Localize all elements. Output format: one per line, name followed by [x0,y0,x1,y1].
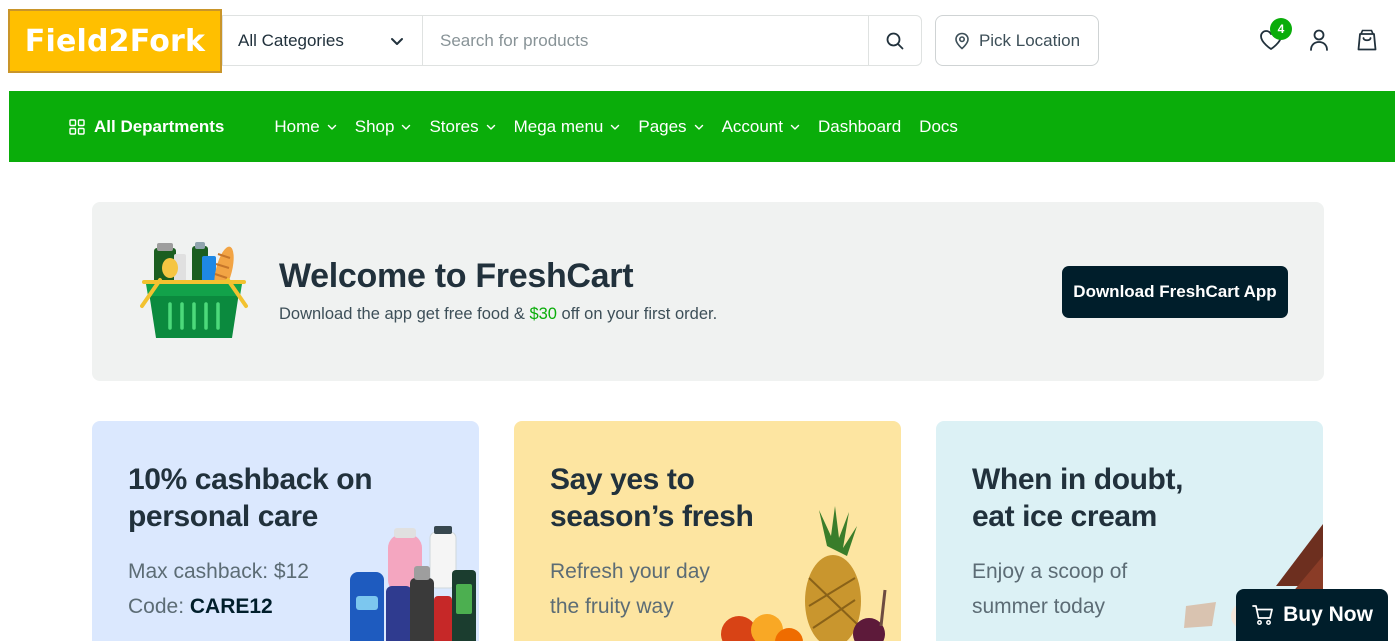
promo-card-line2: summer today [972,595,1106,618]
promo-card-title: 10% cashback on personal care [128,463,373,533]
nav-item-home[interactable]: Home [274,117,336,137]
location-pin-icon [955,32,969,50]
cart-button[interactable] [1352,25,1382,55]
personal-care-products-image [350,526,476,641]
nav-item-pages[interactable]: Pages [638,117,703,137]
nav-item-docs[interactable]: Docs [919,117,958,137]
shopping-bag-icon [1357,29,1377,51]
promo-card-line1: Max cashback: $12 [128,560,309,583]
all-departments-button[interactable]: All Departments [69,117,224,137]
pick-location-button[interactable]: Pick Location [935,15,1099,66]
chevron-down-icon [486,124,495,130]
brand-logo-text: Field2Fork [24,23,206,59]
promo-card-personal-care[interactable]: 10% cashback on personal care Max cashba… [92,421,479,641]
all-departments-label: All Departments [94,116,225,136]
nav-item-label: Stores [429,116,479,136]
basket-illustration [140,242,248,338]
main-navbar: All Departments Home Shop Stores Mega menu P… [9,91,1395,162]
nav-item-shop[interactable]: Shop [355,117,412,137]
nav-item-label: Home [274,116,320,136]
nav-item-account[interactable]: Account [722,117,800,137]
welcome-title: Welcome to FreshCart [279,257,634,295]
nav-menu: Home Shop Stores Mega menu Pages Account Dashb… [274,117,976,137]
search-bar: All Categories [222,15,922,66]
chevron-down-icon [611,124,620,130]
promo-code-value: CARE12 [189,595,273,618]
welcome-subtitle-amount: $30 [529,305,557,323]
nav-item-mega-menu[interactable]: Mega menu [514,117,621,137]
chevron-down-icon [327,124,336,130]
welcome-subtitle-post: off on your first order. [556,305,718,323]
welcome-banner: Welcome to FreshCart Download the app ge… [92,202,1324,381]
welcome-subtitle: Download the app get free food & $30 off… [279,305,717,324]
wishlist-count-badge: 4 [1270,18,1292,40]
search-button[interactable] [868,16,921,65]
promo-card-line2: the fruity way [550,595,674,618]
search-icon [886,32,904,49]
nav-item-dashboard[interactable]: Dashboard [818,117,901,137]
cart-icon [1252,605,1273,625]
promo-card-line1: Enjoy a scoop of [972,560,1128,583]
promo-card-seasonal-fresh[interactable]: Say yes to season’s fresh Refresh your d… [514,421,901,641]
site-header: Field2Fork All Categories Pick Location … [0,0,1400,91]
promo-card-line2: Code: CARE12 [128,595,273,619]
buy-now-button[interactable]: Buy Now [1236,589,1388,641]
category-select[interactable]: All Categories [223,16,423,65]
fruits-image [721,506,887,641]
promo-card-line1: Refresh your day [550,560,710,583]
brand-logo[interactable]: Field2Fork [8,9,222,73]
nav-item-label: Dashboard [818,116,902,136]
nav-item-label: Docs [919,116,958,136]
nav-item-stores[interactable]: Stores [429,117,495,137]
chevron-down-icon [402,124,411,130]
promo-code-label: Code: [128,595,190,618]
pick-location-label: Pick Location [978,30,1081,50]
user-icon [1310,29,1328,51]
grid-icon [69,118,85,135]
account-button[interactable] [1304,25,1334,55]
nav-item-label: Pages [638,116,687,136]
nav-item-label: Shop [354,116,395,136]
chevron-down-icon [391,37,403,45]
welcome-subtitle-pre: Download the app get free food & [279,305,530,323]
category-select-value: All Categories [238,30,344,50]
buy-now-label: Buy Now [1283,603,1373,626]
download-app-button[interactable]: Download FreshCart App [1062,266,1288,318]
nav-item-label: Mega menu [513,116,604,136]
chevron-down-icon [790,124,800,130]
search-input[interactable] [423,16,868,65]
nav-item-label: Account [721,116,783,136]
chevron-down-icon [694,124,703,130]
